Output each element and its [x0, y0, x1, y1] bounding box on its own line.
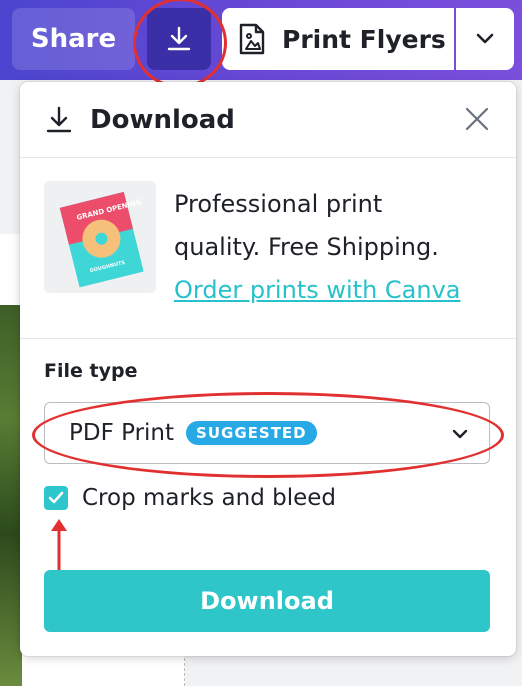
download-panel: Download GRAND OPENING DOUGHNUTS Profess…	[20, 82, 516, 656]
flyer-thumbnail: GRAND OPENING DOUGHNUTS	[44, 181, 156, 293]
checkmark-icon	[48, 491, 64, 504]
panel-title: Download	[90, 104, 235, 135]
order-prints-link[interactable]: Order prints with Canva	[174, 269, 494, 312]
print-promo: GRAND OPENING DOUGHNUTS Professional pri…	[20, 159, 516, 339]
crop-marks-option[interactable]: Crop marks and bleed	[44, 480, 336, 516]
file-type-select[interactable]: PDF Print SUGGESTED	[44, 402, 490, 464]
download-toolbar-button[interactable]	[147, 8, 211, 70]
top-toolbar: Share Print Flyers	[0, 0, 522, 80]
chevron-down-icon	[452, 429, 468, 439]
suggested-badge: SUGGESTED	[186, 421, 317, 445]
download-icon	[167, 26, 191, 51]
print-flyers-button[interactable]: Print Flyers	[222, 8, 454, 70]
print-document-icon	[239, 23, 265, 55]
crop-marks-label: Crop marks and bleed	[82, 485, 337, 511]
file-type-value: PDF Print	[69, 420, 175, 446]
share-button[interactable]: Share	[12, 8, 135, 70]
print-options-dropdown[interactable]	[456, 8, 514, 70]
panel-header: Download	[20, 82, 516, 158]
download-button[interactable]: Download	[44, 570, 490, 632]
canvas-photo	[0, 305, 22, 686]
download-icon	[46, 106, 72, 132]
chevron-down-icon	[476, 33, 494, 44]
flyer-thumbnail-image: GRAND OPENING DOUGHNUTS	[59, 191, 144, 288]
promo-line-1: Professional print	[174, 190, 383, 218]
crop-marks-checkbox[interactable]	[44, 486, 68, 510]
file-type-label: File type	[44, 360, 138, 382]
promo-line-2: quality. Free Shipping.	[174, 233, 439, 261]
promo-text: Professional print quality. Free Shippin…	[174, 183, 494, 312]
close-icon[interactable]	[464, 106, 490, 132]
print-flyers-label: Print Flyers	[282, 24, 446, 54]
